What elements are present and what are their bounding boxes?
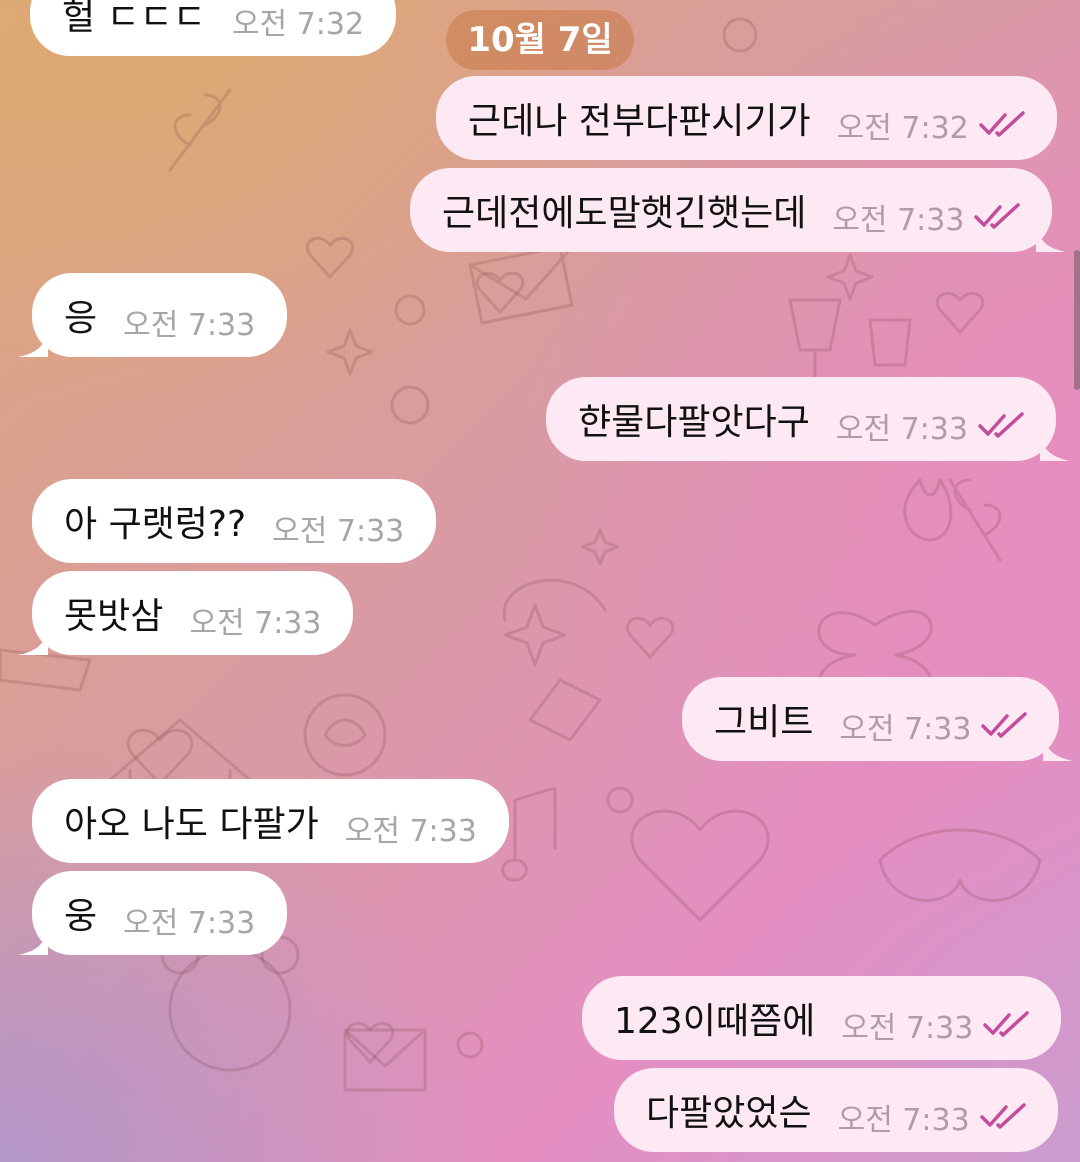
message-incoming[interactable]: 아오 나도 다팔가 오전 7:33 xyxy=(32,779,509,863)
message-incoming[interactable]: 못밧삼 오전 7:33 xyxy=(18,571,354,655)
double-check-icon xyxy=(974,203,1021,229)
message-time: 오전 7:33 xyxy=(832,203,965,238)
message-time: 오전 7:33 xyxy=(123,906,256,941)
double-check-icon xyxy=(979,1103,1026,1129)
message-text: 근데전에도말햇긴햇는데 xyxy=(442,193,807,234)
message-outgoing[interactable]: 햔물다팔앗다구 오전 7:33 xyxy=(546,377,1070,461)
message-outgoing[interactable]: 근데나 전부다판시기가 오전 7:32 xyxy=(436,76,1057,160)
message-time: 오전 7:33 xyxy=(835,412,968,447)
bubble-tail xyxy=(1039,431,1070,461)
double-check-icon xyxy=(979,111,1025,137)
double-check-icon xyxy=(983,1011,1030,1037)
message-text: 123이때쯤에 xyxy=(614,1001,816,1042)
message-time: 오전 7:33 xyxy=(837,1103,970,1138)
message-time: 오전 7:32 xyxy=(836,111,969,146)
message-outgoing[interactable]: 123이때쯤에 오전 7:33 xyxy=(582,976,1062,1060)
message-text: 다팔았었슨 xyxy=(646,1093,812,1134)
message-time: 오전 7:33 xyxy=(272,514,405,549)
bubble-tail xyxy=(18,327,48,357)
message-outgoing[interactable]: 다팔았었슨 오전 7:33 xyxy=(614,1068,1058,1152)
message-text: 못밧삼 xyxy=(64,596,164,637)
message-time: 오전 7:33 xyxy=(123,308,256,343)
message-outgoing[interactable]: 근데전에도말햇긴햇는데 오전 7:33 xyxy=(410,168,1067,252)
bubble-tail xyxy=(18,925,48,955)
message-incoming[interactable]: 웅 오전 7:33 xyxy=(18,871,288,955)
bubble-tail xyxy=(1043,731,1074,761)
date-separator: 10월 7일 xyxy=(446,10,634,70)
bubble-tail xyxy=(18,625,48,655)
message-text: 헐 ㄷㄷㄷ xyxy=(62,0,206,38)
message-incoming[interactable]: 응 오전 7:33 xyxy=(18,273,288,357)
message-time: 오전 7:33 xyxy=(839,712,972,747)
message-incoming[interactable]: 헐 ㄷㄷㄷ 오전 7:32 xyxy=(30,0,397,56)
double-check-icon xyxy=(981,712,1028,738)
message-time: 오전 7:33 xyxy=(344,814,477,849)
message-text: 웅 xyxy=(64,896,98,937)
message-text: 아오 나도 다팔가 xyxy=(64,804,319,845)
message-outgoing[interactable]: 그비트 오전 7:33 xyxy=(682,677,1074,761)
message-text: 그비트 xyxy=(714,702,814,743)
message-text: 햔물다팔앗다구 xyxy=(578,402,810,443)
message-time: 오전 7:33 xyxy=(841,1011,974,1046)
message-text: 근데나 전부다판시기가 xyxy=(468,101,811,142)
scrollbar[interactable] xyxy=(1074,250,1080,390)
message-text: 아 구랫렁?? xyxy=(64,504,247,545)
bubble-tail xyxy=(1036,222,1067,252)
message-time: 오전 7:32 xyxy=(231,7,365,42)
message-incoming[interactable]: 아 구랫렁?? 오전 7:33 xyxy=(32,479,437,563)
double-check-icon xyxy=(978,412,1024,438)
message-time: 오전 7:33 xyxy=(189,606,322,641)
message-text: 응 xyxy=(64,298,98,339)
